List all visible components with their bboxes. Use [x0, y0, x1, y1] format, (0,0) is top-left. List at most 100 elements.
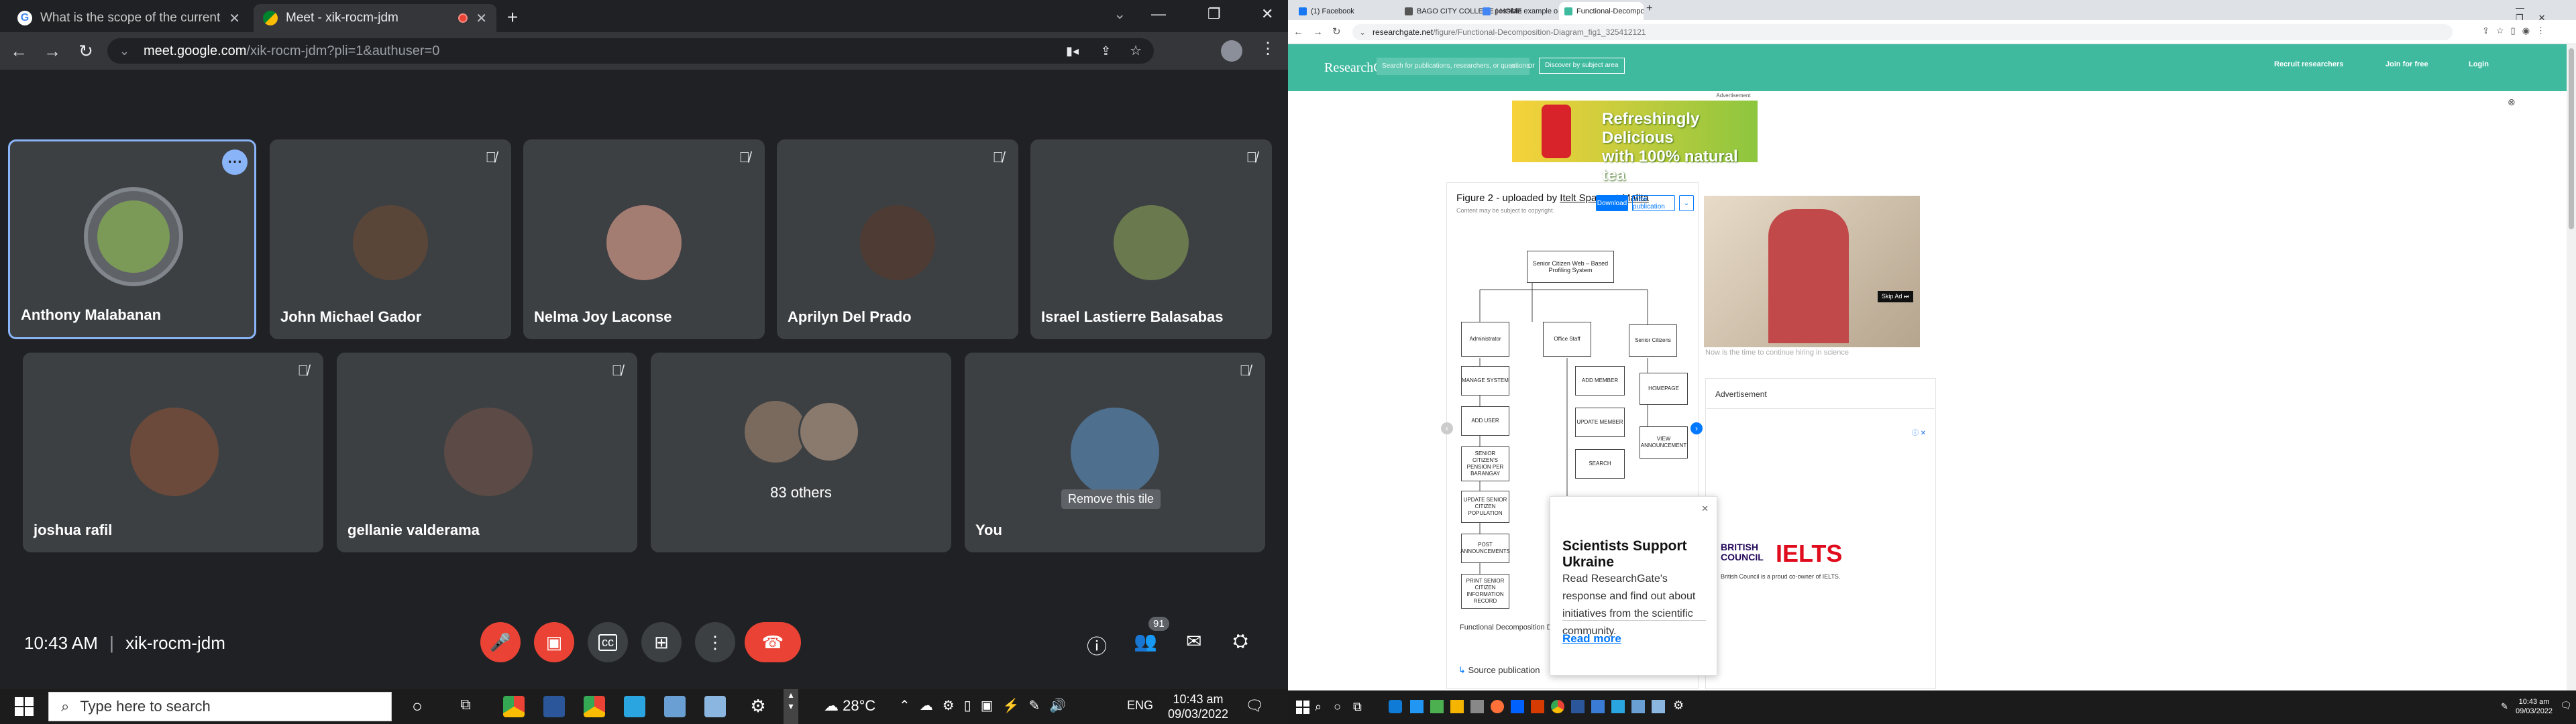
chrome-icon[interactable] [584, 696, 605, 717]
close-icon[interactable]: ✕ [1701, 503, 1709, 514]
settings-icon[interactable]: ⚙ [747, 696, 769, 717]
discover-button[interactable]: Discover by subject area [1539, 58, 1625, 74]
weather-widget[interactable]: ☁ 28°C [824, 697, 875, 715]
camera-toggle-button[interactable]: ▣ [534, 622, 574, 662]
scrollbar-thumb[interactable] [2569, 48, 2574, 229]
taskbar-clock[interactable]: 10:43 am 09/03/2022 [1165, 692, 1232, 721]
taskbar-system-icons[interactable]: ⌕○⧉ [1315, 700, 1374, 714]
tab-google-search[interactable]: G What is the scope of the current ✕ [8, 4, 250, 32]
search-icon[interactable]: ⌕ [1511, 60, 1515, 71]
word-icon[interactable] [543, 696, 565, 717]
nav-buttons[interactable]: ←→↻ [1293, 25, 1350, 38]
reload-icon[interactable]: ↻ [75, 40, 97, 62]
window-close-icon[interactable]: ✕ [1261, 5, 1273, 23]
participant-tile[interactable]: 🎙̸ Aprilyn Del Prado [777, 139, 1018, 339]
video-ad[interactable]: Skip Ad ⏭ [1704, 196, 1920, 347]
maximize-icon[interactable]: ❐ [1208, 5, 1221, 23]
cortana-icon[interactable]: ○ [407, 696, 428, 717]
chrome-icon[interactable] [503, 696, 525, 717]
remove-tile-tooltip[interactable]: Remove this tile [1061, 489, 1161, 509]
join-link[interactable]: Join for free [2385, 60, 2428, 68]
participant-tile[interactable]: 🎙̸ gellanie valderama [337, 353, 637, 552]
url-field[interactable]: ⌄ meet.google.com/xik-rocm-jdm?pli=1&aut… [107, 38, 1154, 64]
read-more-link[interactable]: Read more [1562, 632, 1621, 646]
skip-ad-button[interactable]: Skip Ad ⏭ [1877, 291, 1913, 302]
captions-button[interactable]: cc [588, 622, 628, 662]
participant-tile[interactable]: 🎙̸ joshua rafil [23, 353, 323, 552]
others-tile[interactable]: 83 others [651, 353, 951, 552]
prev-arrow-icon[interactable]: ‹ [1441, 422, 1453, 434]
info-icon[interactable]: ⓘ [1087, 630, 1107, 660]
mail-icon[interactable] [1470, 700, 1484, 713]
language-indicator[interactable]: ENG [1127, 699, 1153, 713]
windows-start-icon[interactable] [15, 697, 34, 716]
new-tab-button[interactable]: + [1646, 3, 1652, 15]
forward-icon[interactable]: → [42, 40, 63, 62]
source-publication[interactable]: ↳ Source publication [1458, 665, 1540, 676]
notifications-icon[interactable]: 🗨 [1245, 697, 1264, 715]
tab-bago-college[interactable]: BAGO CITY COLLEGE | HOME [1399, 2, 1522, 20]
tab-facebook[interactable]: (1) Facebook [1293, 2, 1373, 20]
login-link[interactable]: Login [2469, 60, 2489, 68]
mic-toggle-button[interactable]: 🎤 [480, 622, 521, 662]
toolbar-icons[interactable]: ⇪☆▯◉⋮ [2482, 25, 2552, 36]
tab-meet[interactable]: Meet - xik-rocm-jdm ✕ [254, 4, 496, 32]
banner-ad[interactable]: Refreshingly Delicious with 100% natural… [1512, 101, 1996, 184]
side-ad[interactable]: Advertisement ⓘ ✕ BRITISH COUNCIL IELTS … [1705, 378, 1936, 689]
participant-tile[interactable]: 🎙̸ Nelma Joy Laconse [523, 139, 765, 339]
more-options-icon[interactable]: ⋯ [222, 149, 248, 175]
close-ad-icon[interactable]: ⊗ [2508, 97, 2516, 108]
back-icon[interactable]: ← [8, 40, 30, 62]
pen-icon[interactable]: ✎ [2501, 701, 2508, 712]
explorer-icon[interactable] [1450, 700, 1464, 713]
tray-icons[interactable]: ⌃☁⚙▯▣⚡✎🔊 [899, 697, 1075, 714]
participant-tile[interactable]: 🎙̸ Israel Lastierre Balasabas [1030, 139, 1272, 339]
chrome-icon[interactable] [1551, 700, 1564, 713]
url-field[interactable]: ⌄ researchgate.net/figure/Functional-Dec… [1352, 24, 2453, 40]
share-icon[interactable]: ⇪ [1101, 38, 1111, 64]
minimize-icon[interactable]: — [1151, 5, 1166, 23]
browser-menu-icon[interactable]: ⋮ [1260, 39, 1276, 58]
app-icon[interactable] [1531, 700, 1544, 713]
rg-search-input[interactable]: Search for publications, researchers, or… [1377, 58, 1529, 75]
tab-google[interactable]: possible example of records of... [1477, 2, 1558, 20]
app-icon[interactable] [1430, 700, 1444, 713]
photos-icon[interactable] [1631, 700, 1645, 713]
self-tile[interactable]: 🎙̸ Remove this tile You [965, 353, 1265, 552]
settings-icon[interactable]: ⚙ [1673, 699, 1684, 713]
next-arrow-icon[interactable]: › [1690, 422, 1703, 434]
close-icon[interactable]: ✕ [229, 10, 240, 27]
tab-researchgate[interactable]: Functional-Decomposition-Diagr... [1559, 2, 1644, 20]
scrollbar[interactable] [2567, 44, 2576, 690]
new-tab-button[interactable]: + [502, 7, 523, 28]
adchoices-icon[interactable]: ⓘ ✕ [1912, 427, 1926, 437]
recruit-link[interactable]: Recruit researchers [2274, 60, 2343, 68]
dropbox-icon[interactable] [1511, 700, 1524, 713]
app-icon[interactable] [1410, 700, 1424, 713]
overflow-scroll[interactable]: ▴ ▾ [784, 689, 798, 724]
app-icon[interactable] [1591, 700, 1605, 713]
task-view-icon[interactable]: ⧉ [455, 696, 476, 717]
activities-icon[interactable]: ⛭ [1233, 630, 1248, 652]
present-button[interactable]: ⊞ [641, 622, 682, 662]
bookmark-star-icon[interactable]: ☆ [1130, 38, 1142, 64]
profile-avatar[interactable] [1221, 40, 1242, 62]
app-icon[interactable] [1652, 700, 1665, 713]
windows-start-icon[interactable] [1296, 701, 1309, 714]
notepad-icon[interactable] [704, 696, 726, 717]
participant-tile[interactable]: 🎙̸ John Michael Gador [270, 139, 511, 339]
leave-call-button[interactable]: ☎ [745, 622, 801, 662]
participant-tile[interactable]: ⋯ Anthony Malabanan [8, 139, 256, 339]
photos-icon[interactable] [664, 696, 686, 717]
edge-icon[interactable] [1389, 700, 1402, 713]
chat-icon[interactable]: ✉ [1186, 630, 1201, 652]
file-icon[interactable] [624, 696, 645, 717]
firefox-icon[interactable] [1491, 700, 1504, 713]
close-icon[interactable]: ✕ [476, 10, 487, 27]
taskbar-search[interactable]: ⌕ Type here to search [48, 692, 392, 721]
taskbar-clock[interactable]: 10:43 am 09/03/2022 [2516, 697, 2553, 716]
tab-search-icon[interactable]: ⌄ [1114, 5, 1126, 23]
camera-icon[interactable]: ▮◂ [1066, 38, 1079, 64]
notifications-icon[interactable]: 🗨 [2560, 700, 2572, 711]
more-options-button[interactable]: ⋮ [695, 622, 735, 662]
